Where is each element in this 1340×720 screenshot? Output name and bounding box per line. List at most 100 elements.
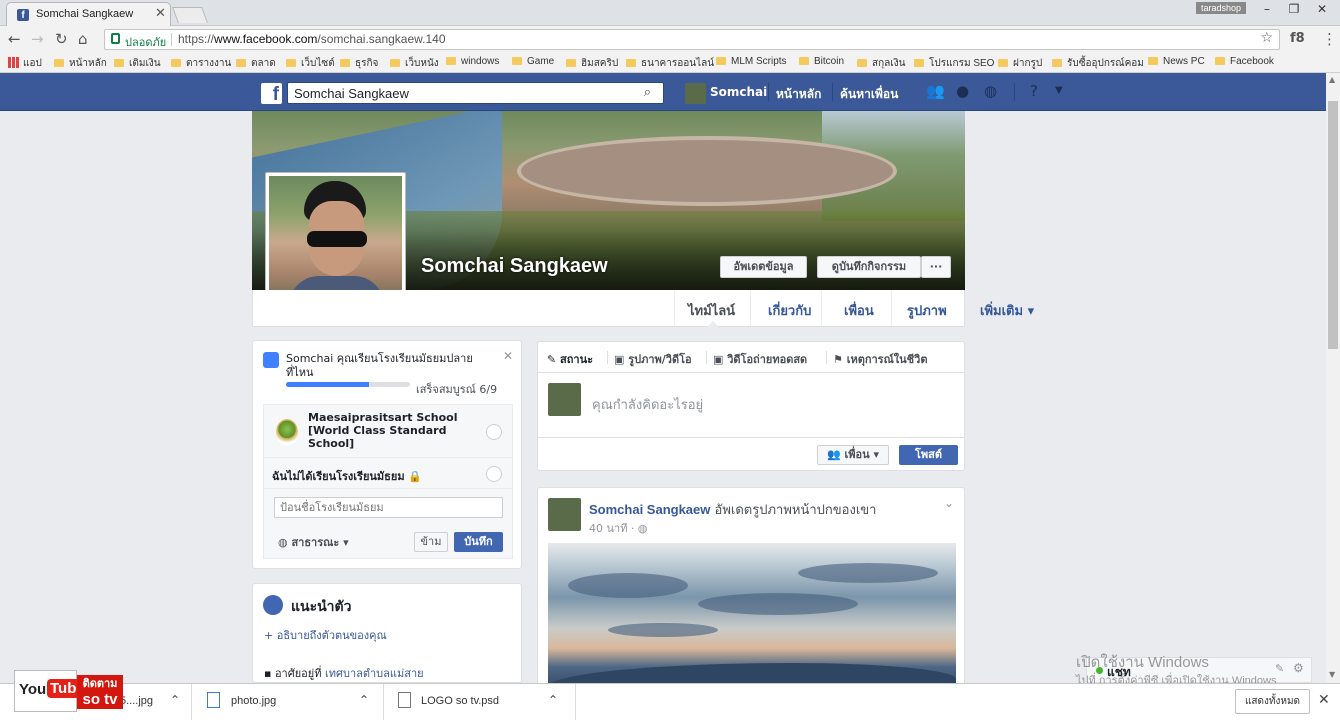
facebook-logo-icon[interactable]: f	[261, 83, 282, 104]
download-item[interactable]: photo.jpg ⌃	[192, 684, 384, 720]
bookmark-folder[interactable]: windows	[446, 56, 499, 67]
close-window-icon[interactable]: ✕	[1308, 0, 1336, 18]
bookmark-folder[interactable]: ธนาคารออนไลน์	[626, 56, 714, 71]
post-author-avatar[interactable]	[548, 498, 581, 531]
tab-photos[interactable]: รูปภาพ	[907, 300, 947, 321]
no-high-school-radio[interactable]	[486, 466, 502, 482]
tab-timeline[interactable]: ไทม์ไลน์	[688, 300, 735, 321]
bookmark-folder[interactable]: สกุลเงิน	[857, 56, 905, 71]
post-author-link[interactable]: Somchai Sangkaew	[589, 502, 710, 517]
post-button[interactable]: โพสต์	[899, 445, 958, 465]
school-radio[interactable]	[486, 424, 502, 440]
forward-icon[interactable]: →	[31, 30, 44, 48]
more-options-button[interactable]: ···	[921, 256, 951, 278]
friend-requests-icon[interactable]: 👥	[926, 82, 945, 100]
bookmark-folder[interactable]: เติมเงิน	[114, 56, 161, 71]
extension-icon[interactable]: f8	[1290, 31, 1305, 46]
composer-placeholder[interactable]: คุณกำลังคิดอะไรอยู่	[592, 394, 703, 415]
save-button[interactable]: บันทึก	[454, 532, 503, 552]
maximize-icon[interactable]: ❐	[1280, 0, 1308, 18]
show-all-downloads-button[interactable]: แสดงทั้งหมด	[1235, 689, 1310, 714]
composer-avatar	[548, 383, 581, 416]
composer-tab-live-video[interactable]: ▣ วิดีโอถ่ายทอดสด	[713, 350, 807, 368]
no-high-school-option[interactable]: ฉันไม่ได้เรียนโรงเรียนมัธยม 🔒	[272, 467, 422, 485]
close-tab-icon[interactable]: ✕	[155, 6, 166, 21]
bookmark-folder[interactable]: เว็บหนัง	[390, 56, 439, 71]
bookmark-folder[interactable]: News PC	[1148, 56, 1205, 67]
close-downloads-icon[interactable]: ✕	[1318, 692, 1330, 708]
bookmark-folder[interactable]: ฮิมสคริป	[566, 56, 618, 71]
bookmark-folder[interactable]: Bitcoin	[799, 56, 844, 67]
bookmark-folder[interactable]: Facebook	[1215, 56, 1274, 67]
search-icon[interactable]: ⌕	[644, 85, 651, 100]
minimize-icon[interactable]: –	[1253, 0, 1281, 18]
bookmark-star-icon[interactable]: ☆	[1260, 30, 1273, 46]
gear-icon[interactable]: ⚙	[1293, 661, 1304, 675]
activity-log-button[interactable]: ดูบันทึกกิจกรรม	[817, 256, 921, 278]
facebook-search-input[interactable]	[288, 83, 628, 103]
school-option-name[interactable]: Maesaiprasitsart School [World Class Sta…	[308, 411, 468, 450]
messenger-icon[interactable]: ●	[956, 82, 969, 100]
nav-profile-link[interactable]: Somchai	[710, 85, 767, 99]
scroll-down-icon[interactable]: ▼	[1329, 670, 1335, 679]
address-bar[interactable]: ปลอดภัย https://www.facebook.com/somchai…	[104, 29, 1280, 50]
profile-name[interactable]: Somchai Sangkaew	[421, 255, 608, 278]
chevron-down-icon[interactable]: ⌄	[944, 496, 954, 510]
bookmark-folder[interactable]: โปรแกรม SEO	[914, 56, 994, 71]
nav-find-friends-link[interactable]: ค้นหาเพื่อน	[840, 85, 898, 104]
bookmark-apps[interactable]: แอป	[8, 56, 42, 71]
post-photo[interactable]	[548, 543, 956, 698]
scroll-up-icon[interactable]: ▲	[1329, 75, 1335, 84]
notifications-globe-icon[interactable]: ◍	[984, 82, 997, 100]
lives-place-link[interactable]: เทศบาลตำบลแม่สาย	[325, 667, 424, 680]
audience-selector[interactable]: ◍ สาธารณะ ▾	[278, 533, 349, 551]
post-timestamp[interactable]: 40 นาที · ◍	[589, 519, 648, 537]
browser-tab[interactable]: f Somchai Sangkaew ✕	[6, 2, 171, 26]
bookmark-folder[interactable]: Game	[512, 56, 554, 67]
bookmark-label: ธนาคารออนไลน์	[641, 58, 715, 69]
composer-tab-life-event[interactable]: ⚑ เหตุการณ์ในชีวิต	[833, 350, 927, 368]
youtube-logo: You Tube	[14, 670, 88, 712]
school-name-input[interactable]	[274, 497, 503, 518]
close-icon[interactable]: ✕	[503, 349, 513, 363]
nav-home-link[interactable]: หน้าหลัก	[776, 85, 821, 104]
bookmark-folder[interactable]: MLM Scripts	[716, 56, 787, 67]
facebook-favicon-icon: f	[17, 9, 29, 21]
bookmark-folder[interactable]: รับซื้ออุปกรณ์คอม	[1052, 56, 1144, 71]
composer-audience-button[interactable]: 👥 เพื่อน ▾	[817, 445, 889, 465]
download-item[interactable]: LOGO so tv.psd ⌃	[384, 684, 576, 720]
help-icon[interactable]: ?	[1030, 82, 1038, 100]
add-bio-link[interactable]: + อธิบายถึงตัวตนของคุณ	[264, 626, 387, 644]
chevron-up-icon[interactable]: ⌃	[548, 693, 558, 707]
bookmark-folder[interactable]: ธุรกิจ	[340, 56, 378, 71]
bookmark-folder[interactable]: ฝากรูป	[998, 56, 1042, 71]
composer-tab-status[interactable]: ✎ สถานะ	[547, 350, 593, 368]
new-tab-button[interactable]	[172, 7, 208, 23]
page-scrollbar[interactable]: ▲ ▼	[1326, 73, 1340, 683]
chevron-up-icon[interactable]: ⌃	[170, 693, 180, 707]
bookmark-label: Bitcoin	[814, 56, 845, 67]
tab-about[interactable]: เกี่ยวกับ	[768, 300, 811, 321]
profile-user-badge[interactable]: taradshop	[1196, 2, 1246, 14]
menu-icon[interactable]: ⋮	[1322, 30, 1337, 48]
tab-friends[interactable]: เพื่อน	[844, 300, 874, 321]
back-icon[interactable]: ←	[8, 30, 21, 48]
scrollbar-thumb[interactable]	[1328, 101, 1338, 349]
nav-avatar[interactable]	[685, 83, 706, 104]
reload-icon[interactable]: ↻	[55, 30, 68, 48]
facebook-search-box[interactable]: ⌕	[287, 82, 664, 104]
bookmark-label: Game	[527, 56, 555, 67]
bookmark-folder[interactable]: ตารางงาน	[171, 56, 231, 71]
tab-more[interactable]: เพิ่มเติม ▾	[980, 300, 1034, 321]
skip-button[interactable]: ข้าม	[414, 532, 448, 552]
bookmark-folder[interactable]: เว็บไซต์	[286, 56, 335, 71]
home-icon[interactable]: ⌂	[78, 30, 88, 48]
chevron-up-icon[interactable]: ⌃	[359, 693, 369, 707]
folder-icon	[998, 59, 1008, 67]
url-text[interactable]: https://www.facebook.com/somchai.sangkae…	[178, 32, 446, 46]
bookmark-folder[interactable]: ตลาด	[236, 56, 276, 71]
update-info-button[interactable]: อัพเดตข้อมูล	[720, 256, 807, 278]
composer-tab-photo-video[interactable]: ▣ รูปภาพ/วิดีโอ	[614, 350, 692, 368]
bookmark-folder[interactable]: หน้าหลัก	[54, 56, 107, 71]
account-menu-caret-icon[interactable]: ▼	[1055, 85, 1063, 96]
